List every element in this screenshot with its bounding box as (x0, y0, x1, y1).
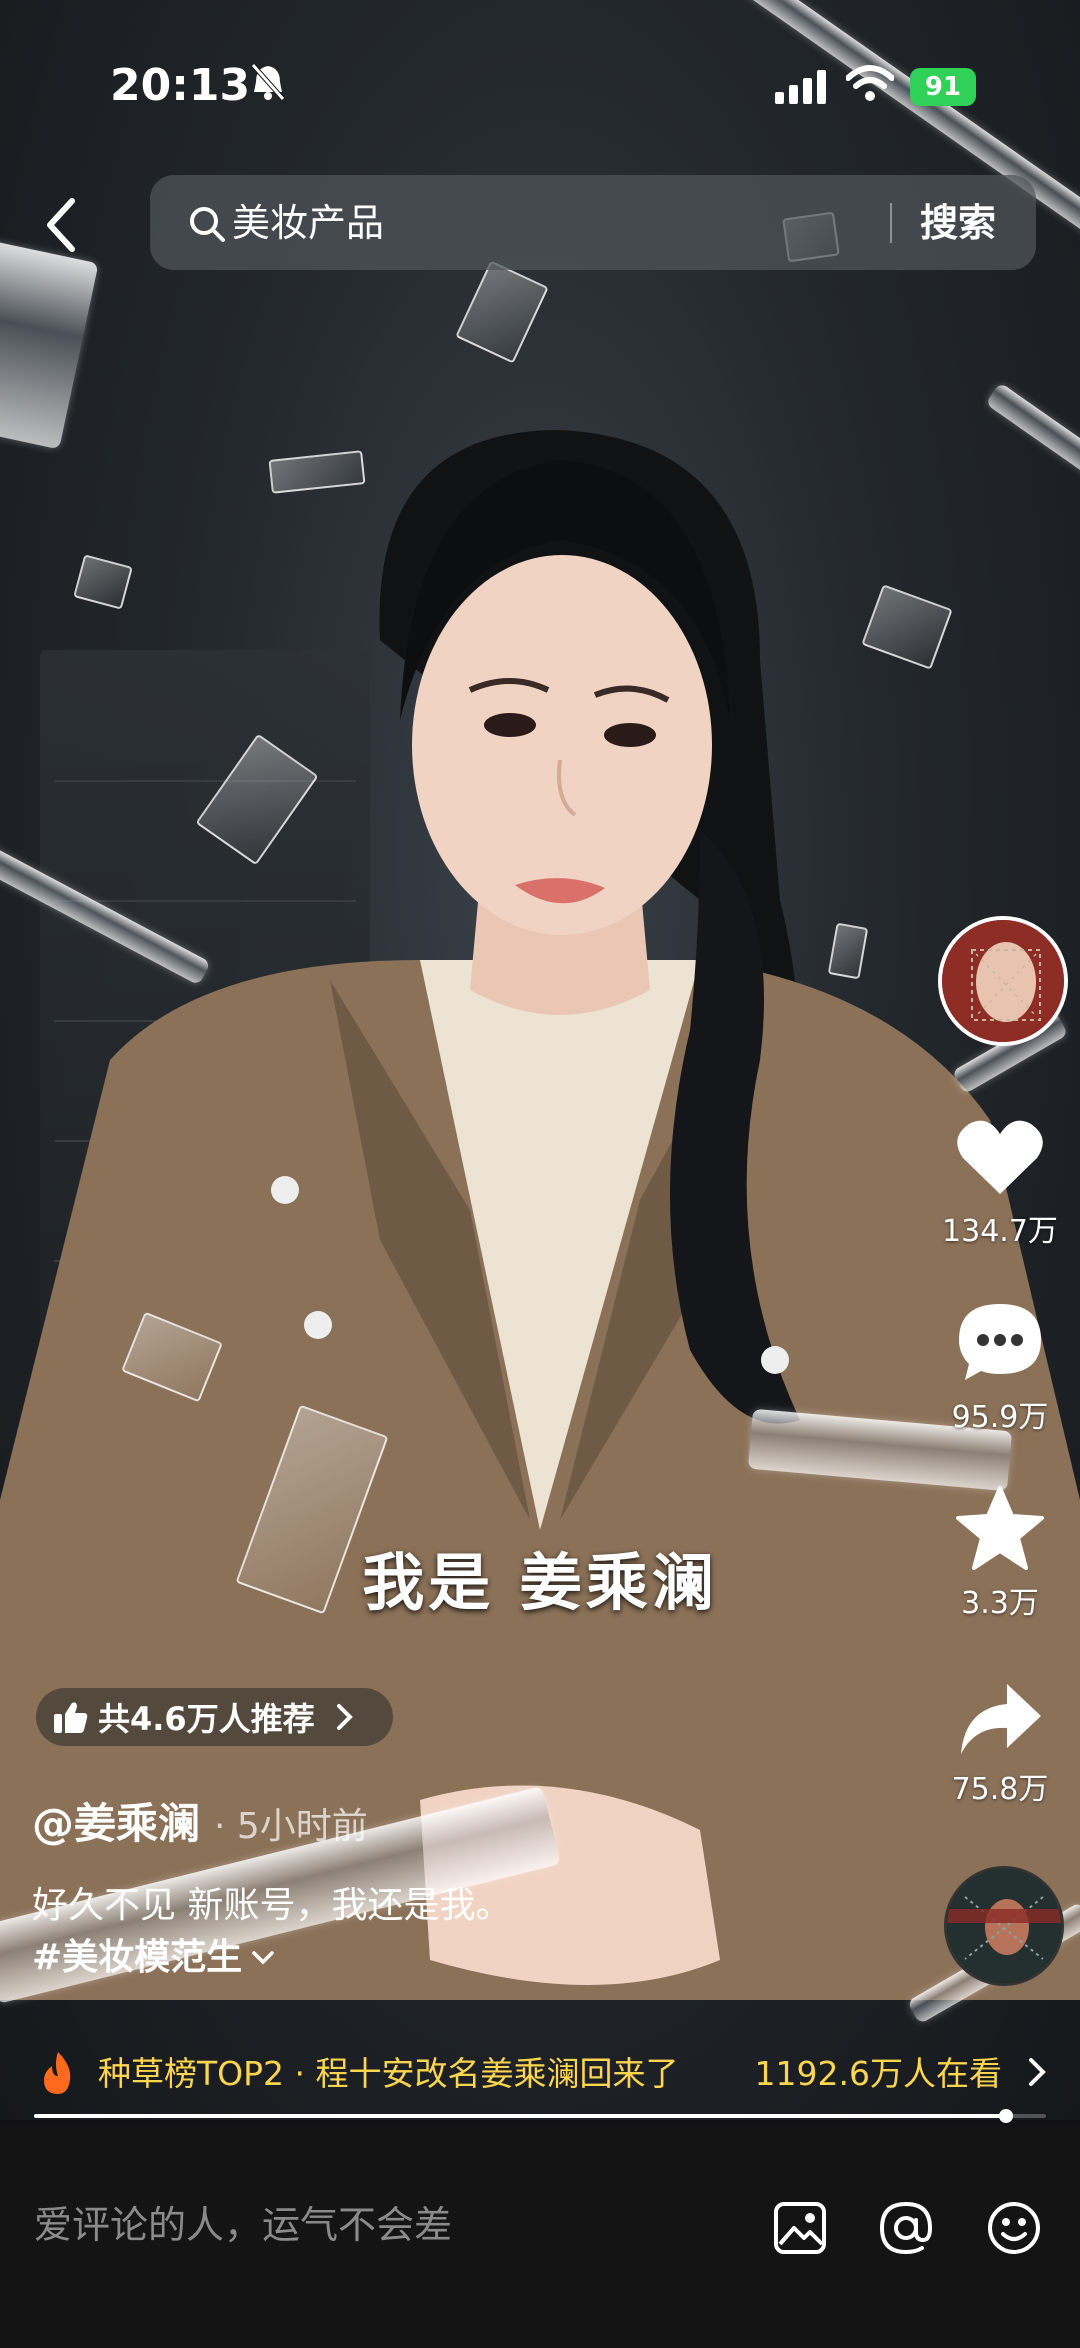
chevron-down-icon[interactable] (250, 1948, 276, 1968)
share-button[interactable]: 75.8万 (930, 1682, 1070, 1808)
status-bar: 20:13 91 (0, 0, 1080, 170)
recommend-pill[interactable]: 共4.6万人推荐 (36, 1688, 393, 1746)
post-description[interactable]: 好久不见 新账号，我还是我。 #美妆模范生 (32, 1880, 511, 1984)
cellular-signal-icon (775, 70, 826, 104)
hot-topic-bar[interactable]: 种草榜TOP2 · 程十安改名姜乘澜回来了 1192.6万人在看 (0, 2050, 1080, 2098)
image-icon[interactable] (772, 2200, 828, 2256)
like-button[interactable]: 134.7万 (930, 1118, 1070, 1250)
author-line[interactable]: @姜乘澜 · 5小时前 (32, 1790, 368, 1851)
comment-input[interactable]: 爱评论的人，运气不会差 (34, 2180, 452, 2270)
avatar-image (942, 920, 1064, 1042)
author-name[interactable]: @姜乘澜 (32, 1799, 200, 1848)
progress-fill (34, 2114, 1006, 2118)
search-input[interactable]: 美妆产品 (232, 193, 384, 253)
battery-indicator: 91 (910, 68, 976, 106)
comment-button[interactable]: 95.9万 (930, 1300, 1070, 1436)
share-count: 75.8万 (951, 1772, 1049, 1807)
at-mention-icon[interactable] (878, 2200, 934, 2256)
music-cover-image (947, 1869, 1061, 1983)
comment-bubble-icon (959, 1304, 1041, 1380)
author-avatar[interactable] (938, 916, 1068, 1046)
emoji-icon[interactable] (986, 2200, 1042, 2256)
bell-mute-icon (251, 63, 285, 101)
search-button[interactable]: 搜索 (920, 193, 996, 253)
music-disc[interactable] (944, 1866, 1064, 1986)
chevron-right-icon (1029, 2058, 1046, 2086)
post-time: · 5小时前 (214, 1806, 368, 1847)
search-icon (190, 207, 225, 242)
search-bar[interactable]: 美妆产品 搜索 (150, 175, 1036, 270)
share-arrow-icon (961, 1684, 1041, 1754)
like-count: 134.7万 (942, 1214, 1058, 1249)
video-progress-bar[interactable] (34, 2109, 1046, 2123)
video-subtitle: 我是 姜乘澜 (362, 1546, 718, 1619)
heart-icon (957, 1120, 1043, 1194)
status-time: 20:13 (110, 60, 251, 111)
wifi-icon (846, 65, 894, 101)
thumbs-up-icon (54, 1702, 88, 1733)
comment-count: 95.9万 (951, 1400, 1049, 1435)
hashtag-link[interactable]: #美妆模范生 (32, 1932, 242, 1984)
hot-viewer-count: 1192.6万人在看 (754, 2054, 1002, 2093)
progress-knob[interactable] (998, 2109, 1013, 2123)
search-divider (890, 203, 892, 243)
comment-bar: 爱评论的人，运气不会差 (0, 2124, 1080, 2348)
chevron-right-icon (336, 1704, 353, 1730)
fire-icon (44, 2052, 71, 2094)
description-text: 好久不见 新账号，我还是我。 (32, 1885, 512, 1926)
recommend-label: 共4.6万人推荐 (98, 1700, 315, 1738)
hot-topic-text: 种草榜TOP2 · 程十安改名姜乘澜回来了 (98, 2054, 679, 2093)
back-arrow-icon[interactable] (38, 195, 88, 255)
